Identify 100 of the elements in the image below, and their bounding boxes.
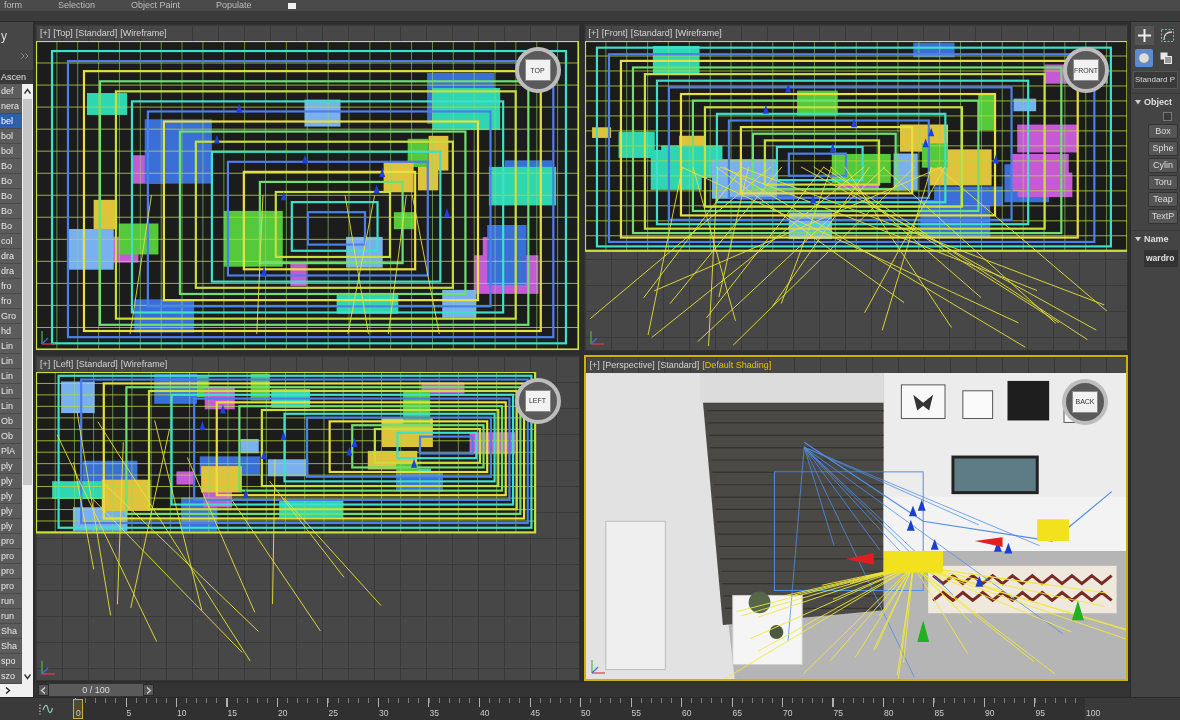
scene-object-item[interactable]: spo <box>0 654 22 669</box>
caret-down-icon <box>24 673 31 680</box>
scene-object-item[interactable]: ply <box>0 504 22 519</box>
scene-object-item[interactable]: def <box>0 84 22 99</box>
frame-number: 20 <box>278 708 288 719</box>
scene-object-item[interactable]: dra <box>0 249 22 264</box>
shading-mode-button[interactable]: [Wireframe] <box>120 357 168 370</box>
axis-tripod-icon <box>589 659 606 675</box>
scene-object-item[interactable]: Lin <box>0 369 22 384</box>
ribbon-tab[interactable]: Populate <box>216 0 252 11</box>
frame-number: 55 <box>631 708 641 719</box>
scene-object-item[interactable]: Gro <box>0 309 22 324</box>
scene-object-item[interactable]: Bo <box>0 189 22 204</box>
render-style-button[interactable]: [Standard] <box>76 357 118 370</box>
scene-object-item[interactable]: Ob <box>0 414 22 429</box>
scene-object-item[interactable]: Sha <box>0 639 22 654</box>
scene-object-item[interactable]: pro <box>0 564 22 579</box>
scene-object-item[interactable]: ply <box>0 489 22 504</box>
scene-object-item[interactable]: run <box>0 609 22 624</box>
primitive-button[interactable]: Cylin <box>1148 158 1178 173</box>
double-chevron-icon[interactable] <box>21 53 29 59</box>
scene-object-item[interactable]: Lin <box>0 399 22 414</box>
scene-object-item[interactable]: dra <box>0 264 22 279</box>
render-style-button[interactable]: [Standard] <box>657 358 700 371</box>
scene-object-item[interactable]: nera <box>0 99 22 114</box>
shading-mode-button[interactable]: [Wireframe] <box>675 27 722 39</box>
rollout-header[interactable]: Object <box>1131 93 1180 109</box>
render-style-button[interactable]: [Standard] <box>75 27 118 39</box>
scene-object-item[interactable]: Lin <box>0 354 22 369</box>
frame-number: 15 <box>227 708 237 719</box>
scene-object-item[interactable]: Sha <box>0 624 22 639</box>
scene-object-item[interactable]: Lin <box>0 339 22 354</box>
frame-number: 40 <box>480 708 490 719</box>
rollout-header[interactable]: Name <box>1131 230 1180 246</box>
frame-number: 80 <box>884 708 894 719</box>
caret-down-icon[interactable] <box>1135 235 1141 242</box>
scene-object-item[interactable]: fro <box>0 279 22 294</box>
primitive-button[interactable]: TextP <box>1148 209 1178 224</box>
scene-object-item[interactable]: bol <box>0 129 22 144</box>
ribbon-tab[interactable]: Selection <box>58 0 96 11</box>
scene-object-item[interactable]: bel <box>0 114 22 129</box>
scene-object-item[interactable]: PlA <box>0 444 22 459</box>
scene-object-item[interactable]: ply <box>0 459 22 474</box>
view-label-button[interactable]: [Top] <box>53 27 73 39</box>
shading-mode-button[interactable]: [Default Shading] <box>702 358 772 371</box>
ribbon-tab[interactable]: Object Paint <box>131 0 181 11</box>
chevron-left-icon <box>40 686 47 694</box>
horizontal-scrollbar[interactable] <box>0 684 33 697</box>
view-label-button[interactable]: [Perspective] <box>602 358 655 371</box>
scene-object-item[interactable]: ply <box>0 474 22 489</box>
caret-up-icon <box>24 88 31 95</box>
time-slider-thumb[interactable]: 0 / 100 <box>49 684 143 696</box>
scene-object-item[interactable]: Ob <box>0 429 22 444</box>
time-slider-track[interactable]: 0 / 100 <box>34 683 1130 697</box>
scene-object-item[interactable]: bol <box>0 144 22 159</box>
scene-object-item[interactable]: hd <box>0 324 22 339</box>
frame-number: 0 <box>76 708 81 719</box>
render-style-button[interactable]: [Standard] <box>630 27 673 39</box>
primitive-button[interactable]: Box <box>1148 124 1178 139</box>
scene-object-item[interactable]: Bo <box>0 204 22 219</box>
view-label-button[interactable]: [Front] <box>601 27 628 39</box>
sort-column-header[interactable]: Ascen <box>0 70 33 84</box>
viewport-menu-button[interactable]: [+] <box>589 358 600 371</box>
caret-down-icon[interactable] <box>1135 98 1141 105</box>
shading-mode-button[interactable]: [Wireframe] <box>120 27 167 39</box>
chevron-right-icon <box>4 687 11 694</box>
frame-number: 35 <box>429 708 439 719</box>
view-label-button[interactable]: [Left] <box>53 357 74 370</box>
current-frame-marker[interactable] <box>73 699 83 719</box>
scene-object-item[interactable]: run <box>0 594 22 609</box>
create-tab[interactable] <box>1135 26 1154 45</box>
ribbon-tab[interactable]: form <box>4 0 22 11</box>
viewport-menu-button[interactable]: [+] <box>40 357 51 370</box>
scene-object-item[interactable]: pro <box>0 549 22 564</box>
scene-object-item[interactable]: Lin <box>0 384 22 399</box>
scene-object-item[interactable]: pro <box>0 579 22 594</box>
scrollbar-track[interactable] <box>22 84 33 684</box>
scrollbar-thumb[interactable] <box>23 99 32 485</box>
scene-object-item[interactable]: Bo <box>0 174 22 189</box>
viewport-menu-button[interactable]: [+] <box>40 27 51 39</box>
checkbox[interactable] <box>1163 112 1172 121</box>
shapes-icon <box>1160 52 1172 64</box>
primitive-button[interactable]: Sphe <box>1148 141 1178 156</box>
primitive-button[interactable]: Teap <box>1148 192 1178 207</box>
previous-frame-button[interactable] <box>38 684 49 696</box>
scene-object-item[interactable]: fro <box>0 294 22 309</box>
primitive-button[interactable]: Toru <box>1148 175 1178 190</box>
scene-object-item[interactable]: pro <box>0 534 22 549</box>
modify-tab[interactable] <box>1158 26 1177 45</box>
next-frame-button[interactable] <box>143 684 154 696</box>
viewport-menu-button[interactable]: [+] <box>588 27 599 39</box>
scene-object-item[interactable]: col <box>0 234 22 249</box>
category-dropdown[interactable]: Standard P <box>1133 71 1178 89</box>
name-field[interactable]: wardro <box>1144 250 1178 267</box>
scene-object-item[interactable]: szo <box>0 669 22 684</box>
frame-number: 5 <box>126 708 132 719</box>
scene-object-item[interactable]: ply <box>0 519 22 534</box>
scene-object-item[interactable]: Bo <box>0 159 22 174</box>
frame-number: 75 <box>833 708 843 719</box>
scene-object-item[interactable]: Bo <box>0 219 22 234</box>
